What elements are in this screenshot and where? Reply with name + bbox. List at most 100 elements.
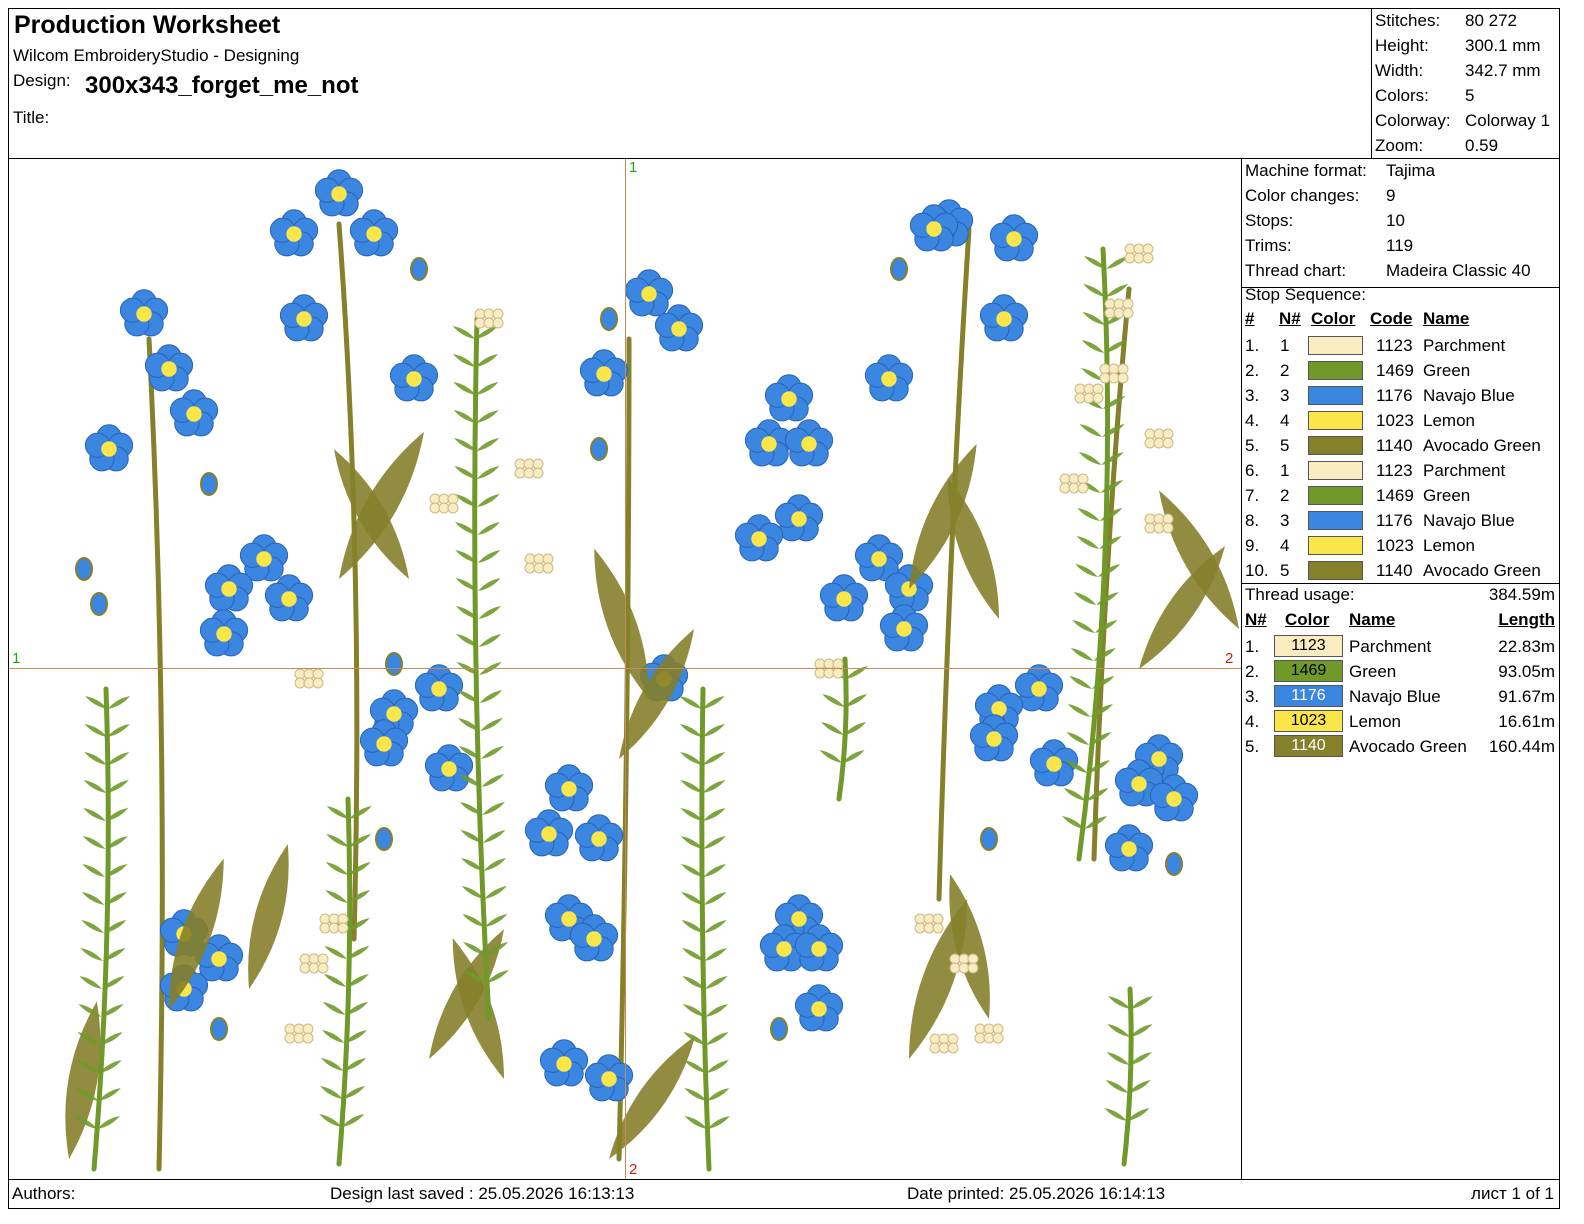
flower-center <box>1046 756 1062 772</box>
stop-index: 1. <box>1245 336 1260 355</box>
stop-sequence-row: 3. 3 1176 Navajo Blue <box>1242 383 1559 408</box>
leaf <box>1072 620 1095 633</box>
flower-center <box>791 911 807 927</box>
stop-color-name: Avocado Green <box>1423 436 1541 455</box>
leaf <box>452 326 476 339</box>
flower-center <box>926 221 942 237</box>
page-number: лист 1 of 1 <box>1471 1184 1554 1203</box>
leaf <box>1079 424 1103 437</box>
worksheet-footer: Authors: Design last saved : 25.05.2026 … <box>8 1179 1560 1209</box>
cream-bud <box>447 502 459 514</box>
color-swatch <box>1308 461 1363 480</box>
flower-stem <box>1121 986 1134 1167</box>
machine-row: Color changes: 9 <box>1242 183 1559 208</box>
cream-bud <box>947 1042 959 1054</box>
leaf <box>323 974 347 987</box>
leaf <box>1105 284 1129 297</box>
stop-code: 1176 <box>1376 386 1413 405</box>
stop-sequence-row: 2. 2 1469 Green <box>1242 358 1559 383</box>
machine-row: Stops: 10 <box>1242 208 1559 233</box>
flower-center <box>281 591 297 607</box>
leaf <box>1063 788 1087 801</box>
usage-color-name: Parchment <box>1349 637 1432 656</box>
leaf <box>822 694 845 707</box>
flower-center <box>811 941 827 957</box>
color-swatch <box>1308 536 1363 555</box>
flower-center <box>561 911 577 927</box>
cream-bud <box>492 317 504 329</box>
usage-index: 1. <box>1245 637 1260 656</box>
leaf <box>80 948 103 961</box>
stop-index: 6. <box>1245 461 1260 480</box>
flower-center <box>376 736 392 752</box>
machine-value: 10 <box>1386 211 1405 230</box>
flower-bud <box>600 307 618 331</box>
leaf <box>453 354 476 367</box>
stop-code: 1140 <box>1376 436 1413 455</box>
flower-center <box>221 581 237 597</box>
stat-row: Stitches: 80 272 <box>1372 8 1559 33</box>
flower-bud <box>1165 852 1183 876</box>
stat-row: Colorway: Colorway 1 <box>1372 108 1559 133</box>
stop-code: 1140 <box>1376 561 1413 580</box>
leaf <box>705 1004 728 1017</box>
color-swatch <box>1308 386 1363 405</box>
color-swatch <box>1308 436 1363 455</box>
flower-center <box>1131 776 1147 792</box>
thread-usage-header: N# Color Name Length <box>1242 610 1559 635</box>
flower-center <box>541 826 557 842</box>
usage-col-name: Name <box>1349 610 1396 629</box>
stop-needle: 4 <box>1280 536 1290 555</box>
leaf <box>482 830 506 843</box>
flower-center <box>811 1001 827 1017</box>
leaf <box>1075 564 1098 577</box>
cream-bud <box>542 562 554 574</box>
thread-usage-item: 5. 1140 Avocado Green 160.44m <box>1242 734 1559 759</box>
leaf <box>1104 1108 1127 1121</box>
leaf <box>79 976 102 989</box>
cream-bud <box>317 962 329 974</box>
leaf <box>821 722 844 735</box>
stop-needle: 2 <box>1280 486 1290 505</box>
col-n: N# <box>1279 309 1301 328</box>
stop-color-name: Lemon <box>1423 536 1475 555</box>
leaf <box>703 808 726 821</box>
machine-row: Trims: 119 <box>1242 233 1559 258</box>
flower-center <box>896 621 912 637</box>
stop-needle: 3 <box>1280 511 1290 530</box>
cream-bud <box>1162 437 1174 449</box>
machine-label: Color changes: <box>1245 186 1360 205</box>
leaf <box>478 578 501 591</box>
leaf <box>477 522 500 535</box>
usage-color-swatch: 1140 <box>1274 735 1343 757</box>
leaf <box>703 836 726 849</box>
leaf <box>83 780 107 793</box>
flower-stem <box>836 656 849 802</box>
flower-center <box>751 531 767 547</box>
leaf <box>1076 536 1100 549</box>
leaf <box>484 914 508 927</box>
stop-sequence-row: 10. 5 1140 Avocado Green <box>1242 558 1559 583</box>
flower-center <box>556 1056 572 1072</box>
thread-usage-row: Thread usage: 384.59m <box>1242 583 1559 610</box>
leaf <box>704 920 727 933</box>
stop-color-name: Avocado Green <box>1423 561 1541 580</box>
stop-code: 1123 <box>1376 461 1413 480</box>
leaf <box>483 858 507 871</box>
col-name: Name <box>1423 309 1470 328</box>
machine-label: Machine format: <box>1245 161 1367 180</box>
usage-index: 4. <box>1245 712 1260 731</box>
leaf <box>705 1032 729 1045</box>
usage-col-color: Color <box>1285 610 1330 629</box>
leaf <box>477 550 501 563</box>
leaf <box>480 718 503 731</box>
flower-center <box>1121 841 1137 857</box>
col-num: # <box>1245 309 1255 328</box>
flower-center <box>881 371 897 387</box>
leaf <box>83 808 106 821</box>
flower-center <box>791 511 807 527</box>
title-label: Title: <box>13 108 50 127</box>
flower-center <box>996 311 1012 327</box>
usage-col-length: Length <box>1498 610 1555 629</box>
flower-center <box>641 286 657 302</box>
